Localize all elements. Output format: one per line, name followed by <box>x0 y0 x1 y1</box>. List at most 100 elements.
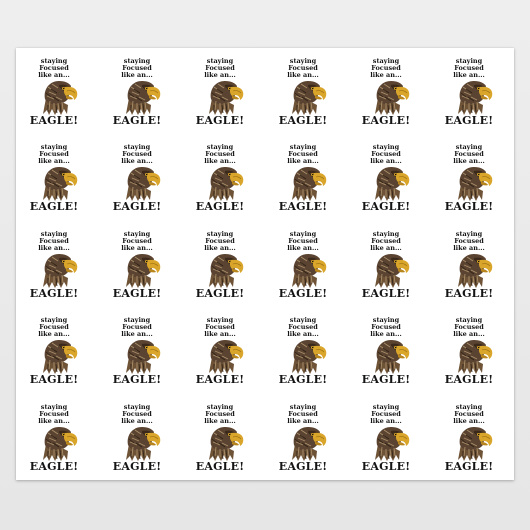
caption-line-eagle: EAGLE! <box>278 114 328 127</box>
caption-line-eagle: EAGLE! <box>29 459 79 473</box>
caption-line-eagle: EAGLE! <box>112 459 162 473</box>
sticker-tile: staying Focused like an... EAGLE! <box>348 48 431 134</box>
sticker-tile: staying Focused like an... EAGLE! <box>348 134 431 220</box>
eagle-pupil <box>311 260 314 263</box>
eagle-pupil <box>311 346 314 349</box>
eagle-head-icon <box>209 81 244 115</box>
sticker-tile: staying Focused like an... EAGLE! <box>16 307 99 393</box>
eagle-pupil <box>311 174 314 176</box>
eagle-pupil <box>62 87 65 90</box>
caption-line-eagle: EAGLE! <box>444 286 494 300</box>
eagle-head-icon <box>458 81 493 115</box>
caption-line-eagle: EAGLE! <box>361 200 411 214</box>
eagle-pupil <box>477 87 480 90</box>
caption-line-eagle: EAGLE! <box>195 373 245 387</box>
eagle-head-icon <box>292 167 327 202</box>
eagle-pupil <box>477 174 480 176</box>
caption-line-eagle: EAGLE! <box>444 200 494 214</box>
caption-line-eagle: EAGLE! <box>112 114 162 127</box>
sticker-tile: staying Focused like an... EAGLE! <box>348 394 431 480</box>
eagle-head-icon <box>43 167 78 202</box>
eagle-head-icon <box>126 426 161 461</box>
caption-line-eagle: EAGLE! <box>444 114 494 127</box>
eagle-pupil <box>228 433 231 435</box>
sticker-tile: staying Focused like an... EAGLE! <box>182 48 265 134</box>
sticker-tile: staying Focused like an... EAGLE! <box>99 307 182 393</box>
caption-line-eagle: EAGLE! <box>361 286 411 300</box>
caption-line-eagle: EAGLE! <box>444 373 494 387</box>
sticker-tile: staying Focused like an... EAGLE! <box>99 221 182 307</box>
sticker-tile: staying Focused like an... EAGLE! <box>16 48 99 134</box>
caption-line-eagle: EAGLE! <box>278 373 328 387</box>
eagle-head-icon <box>375 81 410 115</box>
caption-line-eagle: EAGLE! <box>278 459 328 473</box>
eagle-pupil <box>145 260 148 263</box>
eagle-head-icon <box>292 426 327 461</box>
sticker-tile: staying Focused like an... EAGLE! <box>99 48 182 134</box>
eagle-head-icon <box>43 426 78 461</box>
eagle-pupil <box>394 260 397 263</box>
sticker-tile: staying Focused like an... EAGLE! <box>431 307 514 393</box>
sticker-tile: staying Focused like an... EAGLE! <box>431 221 514 307</box>
eagle-head-icon <box>375 426 410 461</box>
sticker-tile: staying Focused like an... EAGLE! <box>265 307 348 393</box>
caption-line-eagle: EAGLE! <box>278 200 328 214</box>
eagle-head-icon <box>375 167 410 202</box>
eagle-pupil <box>311 433 314 435</box>
eagle-head-icon <box>126 253 161 288</box>
caption-line-eagle: EAGLE! <box>195 114 245 127</box>
eagle-pupil <box>394 346 397 349</box>
product-preview-stage: staying Focused like an... EAGLE! stayin… <box>0 0 530 530</box>
caption-line-eagle: EAGLE! <box>361 114 411 127</box>
caption-line-eagle: EAGLE! <box>112 200 162 214</box>
eagle-head-icon <box>126 81 161 115</box>
caption-line-eagle: EAGLE! <box>29 114 79 127</box>
caption-line-eagle: EAGLE! <box>29 286 79 300</box>
eagle-head-icon <box>375 253 410 288</box>
sticker-tile: staying Focused like an... EAGLE! <box>182 307 265 393</box>
sticker-tile: staying Focused like an... EAGLE! <box>16 134 99 220</box>
eagle-pupil <box>145 433 148 435</box>
caption-line-eagle: EAGLE! <box>29 200 79 214</box>
caption-line-eagle: EAGLE! <box>29 373 79 387</box>
eagle-head-icon <box>292 340 327 375</box>
caption-line-eagle: EAGLE! <box>361 373 411 387</box>
caption-line-eagle: EAGLE! <box>361 459 411 473</box>
eagle-pupil <box>228 260 231 263</box>
eagle-head-icon <box>209 253 244 288</box>
eagle-head-icon <box>209 167 244 202</box>
eagle-head-icon <box>292 253 327 288</box>
eagle-head-icon <box>458 253 493 288</box>
caption-line-eagle: EAGLE! <box>195 200 245 214</box>
sticker-tile: staying Focused like an... EAGLE! <box>265 48 348 134</box>
eagle-pupil <box>145 87 148 90</box>
eagle-head-icon <box>292 81 327 115</box>
eagle-pupil <box>311 87 314 90</box>
eagle-head-icon <box>458 167 493 202</box>
eagle-head-icon <box>43 340 78 375</box>
sticker-tile: staying Focused like an... EAGLE! <box>265 221 348 307</box>
sticker-tile: staying Focused like an... EAGLE! <box>265 134 348 220</box>
eagle-head-icon <box>126 340 161 375</box>
sticker-tile: staying Focused like an... EAGLE! <box>182 394 265 480</box>
eagle-pupil <box>228 346 231 349</box>
sticker-tile: staying Focused like an... EAGLE! <box>348 221 431 307</box>
caption-line-eagle: EAGLE! <box>195 459 245 473</box>
eagle-pupil <box>228 174 231 176</box>
sticker-tile: staying Focused like an... EAGLE! <box>431 134 514 220</box>
eagle-pupil <box>394 433 397 435</box>
eagle-head-icon <box>209 340 244 375</box>
sticker-tile: staying Focused like an... EAGLE! <box>99 134 182 220</box>
eagle-pupil <box>145 174 148 176</box>
sticker-tile: staying Focused like an... EAGLE! <box>182 134 265 220</box>
eagle-pupil <box>145 346 148 349</box>
eagle-pupil <box>394 174 397 176</box>
eagle-head-icon <box>458 426 493 461</box>
eagle-pupil <box>477 433 480 435</box>
eagle-head-icon <box>458 340 493 375</box>
sticker-tile: staying Focused like an... EAGLE! <box>265 394 348 480</box>
sticker-tile: staying Focused like an... EAGLE! <box>431 48 514 134</box>
eagle-head-icon <box>43 253 78 288</box>
eagle-pupil <box>228 87 231 90</box>
sticker-tile: staying Focused like an... EAGLE! <box>182 221 265 307</box>
